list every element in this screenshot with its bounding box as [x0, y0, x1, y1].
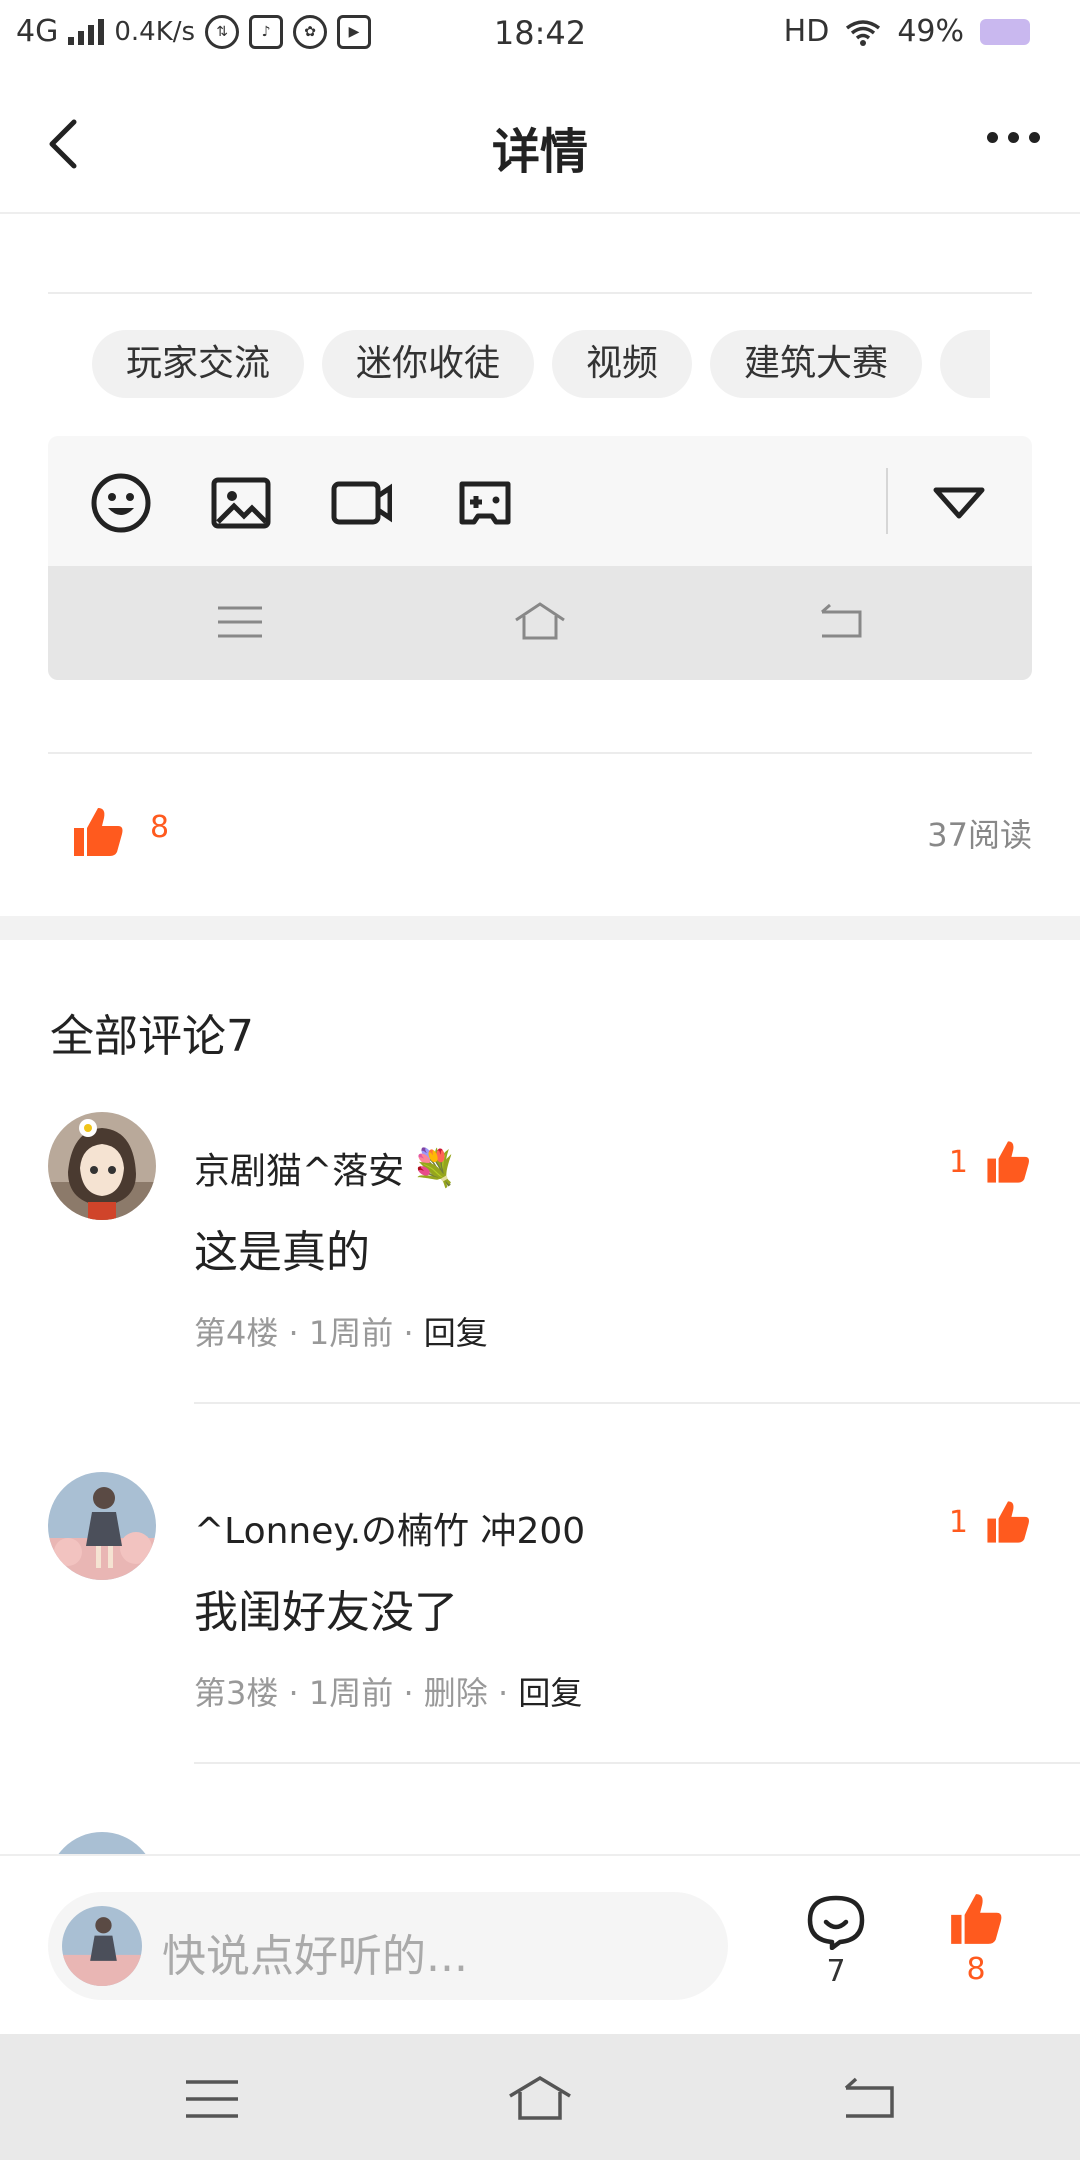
- image-navbar: [48, 566, 1032, 680]
- top-header: 详情: [0, 72, 1080, 214]
- comment-item: 京剧猫^落安 💐 这是真的 第4楼 · 1周前 · 回复 1: [0, 1112, 1080, 1412]
- back-arrow-icon: [821, 603, 862, 638]
- my-avatar: [62, 1906, 142, 1986]
- like-button[interactable]: 8: [940, 1890, 1012, 1987]
- home-icon[interactable]: [504, 2070, 576, 2128]
- comments-heading: 全部评论7: [50, 1011, 254, 1062]
- gamepad-icon: [459, 481, 511, 525]
- comment-meta: 第4楼 · 1周前 · 回复: [194, 1314, 488, 1352]
- comment-text: 我闺好友没了: [194, 1587, 458, 1638]
- comment-input[interactable]: 快说点好听的...: [48, 1892, 728, 2000]
- hd-label: HD: [783, 14, 830, 49]
- comment-time: 1周前: [308, 1674, 394, 1712]
- divider: [48, 292, 1032, 294]
- delete-button[interactable]: 删除: [424, 1674, 488, 1712]
- comment-divider: [194, 1402, 1080, 1404]
- comment-like-button[interactable]: 1: [949, 1498, 1032, 1546]
- back-arrow-icon[interactable]: [832, 2070, 904, 2128]
- status-bar: 4G 0.4K/s ⇅ ♪ ✿ ▶ 18:42 HD 49%: [0, 0, 1080, 72]
- system-nav-bar: [0, 2034, 1080, 2160]
- post-stats: 8 37阅读: [0, 790, 1080, 880]
- reply-button[interactable]: 回复: [518, 1674, 582, 1712]
- battery-percent: 49%: [897, 14, 964, 49]
- like-count: 8: [150, 810, 170, 845]
- video-camera-icon: [331, 481, 392, 525]
- page-title: 详情: [491, 124, 588, 180]
- image-toolbar: [48, 436, 1032, 566]
- comment-meta: 第3楼 · 1周前 · 删除 · 回复: [194, 1674, 583, 1712]
- comment-floor: 第3楼: [194, 1674, 279, 1712]
- toolbar-separator: [886, 468, 888, 534]
- thumbs-up-icon: [987, 1141, 1029, 1183]
- collapse-triangle-icon: [933, 487, 985, 519]
- comment-count: 7: [826, 1954, 846, 1989]
- reply-button[interactable]: 回复: [424, 1314, 488, 1352]
- image-icon: [211, 477, 271, 529]
- username-text: 京剧猫^落安: [194, 1151, 405, 1192]
- post-image[interactable]: [48, 436, 1032, 680]
- menu-icon[interactable]: [176, 2070, 248, 2128]
- comment-item: ^Lonney.の楠竹 冲200 我闺好友没了 第3楼 · 1周前 · 删除 ·…: [0, 1472, 1080, 1772]
- flower-badge-icon: 💐: [412, 1148, 457, 1189]
- emoji-icon: [91, 473, 151, 533]
- comment-input-bar: 快说点好听的... 7 8: [0, 1854, 1080, 2036]
- username-text: ^Lonney.の楠竹 冲200: [194, 1511, 586, 1552]
- tag-chip[interactable]: [940, 330, 990, 398]
- tag-list: 玩家交流 迷你收徒 视频 建筑大赛: [92, 330, 990, 398]
- tag-chip[interactable]: 玩家交流: [92, 330, 305, 398]
- tag-chip[interactable]: 建筑大赛: [710, 330, 923, 398]
- comment-floor: 第4楼: [194, 1314, 279, 1352]
- like-count: 8: [966, 1952, 986, 1987]
- comment-like-count: 1: [948, 1144, 968, 1180]
- menu-icon: [218, 606, 262, 638]
- wifi-icon: [846, 19, 881, 46]
- thumbs-up-icon[interactable]: [70, 804, 126, 860]
- thumbs-up-icon: [951, 1894, 1002, 1944]
- more-options-icon[interactable]: [987, 132, 1040, 143]
- avatar[interactable]: [48, 1472, 156, 1580]
- comment-divider: [194, 1762, 1080, 1764]
- home-icon: [515, 602, 565, 640]
- status-right: HD 49%: [784, 14, 1030, 49]
- comment-bubble-icon: [807, 1895, 865, 1951]
- comment-like-count: 1: [948, 1504, 968, 1540]
- comment-text: 这是真的: [194, 1227, 370, 1278]
- tag-chip[interactable]: 迷你收徒: [322, 330, 535, 398]
- read-count: 37阅读: [927, 816, 1032, 854]
- comment-time: 1周前: [308, 1314, 394, 1352]
- tag-chip[interactable]: 视频: [552, 330, 693, 398]
- comment-username[interactable]: ^Lonney.の楠竹 冲200: [194, 1502, 585, 1554]
- section-gap: [0, 916, 1080, 940]
- divider: [48, 752, 1032, 754]
- comment-placeholder: 快说点好听的...: [162, 1931, 468, 1982]
- avatar[interactable]: [48, 1112, 156, 1220]
- comment-like-button[interactable]: 1: [949, 1138, 1032, 1186]
- thumbs-up-icon: [987, 1501, 1029, 1543]
- comment-count-button[interactable]: 7: [800, 1894, 872, 1989]
- battery-icon: [980, 18, 1030, 45]
- avatar[interactable]: [48, 1832, 156, 1854]
- comment-username[interactable]: 京剧猫^落安 💐: [194, 1142, 457, 1194]
